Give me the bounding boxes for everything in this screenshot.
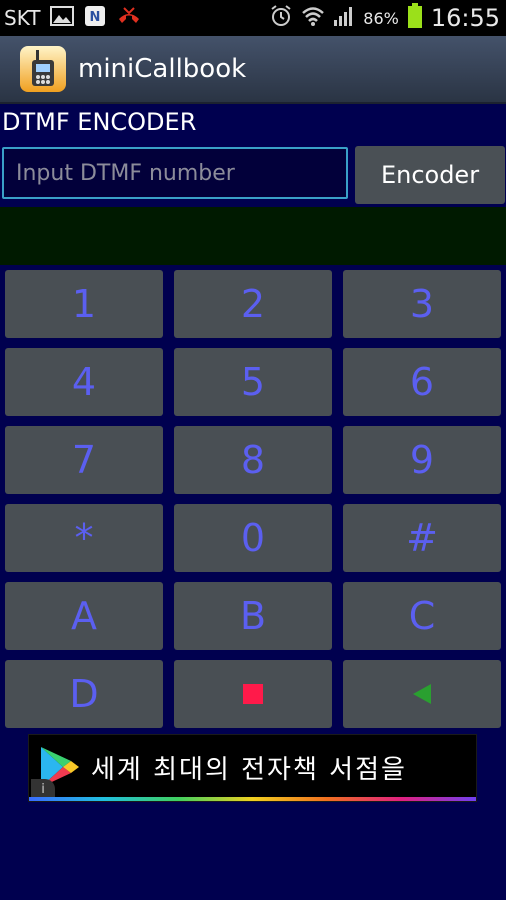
- key-2[interactable]: 2: [174, 270, 332, 338]
- stop-button[interactable]: [174, 660, 332, 728]
- n-badge-icon: N: [84, 5, 106, 31]
- stop-icon: [243, 684, 263, 704]
- key-7[interactable]: 7: [5, 426, 163, 494]
- ad-banner[interactable]: 세계 최대의 전자책 서점을 i: [28, 734, 477, 802]
- info-icon[interactable]: i: [31, 779, 55, 799]
- alarm-icon: [269, 4, 293, 32]
- battery-icon: [407, 3, 423, 33]
- ad-text: 세계 최대의 전자책 서점을: [91, 755, 407, 785]
- action-bar: miniCallbook: [0, 36, 506, 104]
- key-6[interactable]: 6: [343, 348, 501, 416]
- status-bar: SKT N 86% 16:55: [0, 0, 506, 36]
- signal-icon: [333, 5, 355, 31]
- key-1[interactable]: 1: [5, 270, 163, 338]
- key-b[interactable]: B: [174, 582, 332, 650]
- section-title: DTMF ENCODER: [2, 108, 197, 136]
- battery-percent: 86%: [363, 8, 399, 28]
- wifi-icon: [301, 5, 325, 31]
- key-8[interactable]: 8: [174, 426, 332, 494]
- svg-text:N: N: [90, 10, 101, 25]
- clock: 16:55: [430, 4, 500, 32]
- missed-call-icon: [116, 5, 142, 31]
- key-4[interactable]: 4: [5, 348, 163, 416]
- walkie-talkie-icon[interactable]: [20, 46, 66, 92]
- carrier-label: SKT: [4, 6, 41, 30]
- key-9[interactable]: 9: [343, 426, 501, 494]
- gallery-icon: [50, 6, 75, 30]
- play-icon: [413, 684, 431, 704]
- play-button[interactable]: [343, 660, 501, 728]
- key-c[interactable]: C: [343, 582, 501, 650]
- key-a[interactable]: A: [5, 582, 163, 650]
- key-hash[interactable]: #: [343, 504, 501, 572]
- dtmf-output-area: [0, 207, 506, 265]
- key-d[interactable]: D: [5, 660, 163, 728]
- key-3[interactable]: 3: [343, 270, 501, 338]
- encoder-button[interactable]: Encoder: [355, 146, 505, 204]
- app-title: miniCallbook: [78, 54, 247, 84]
- key-star[interactable]: *: [5, 504, 163, 572]
- ad-rainbow-strip: [29, 797, 476, 801]
- dtmf-number-input[interactable]: [2, 147, 348, 199]
- key-5[interactable]: 5: [174, 348, 332, 416]
- key-0[interactable]: 0: [174, 504, 332, 572]
